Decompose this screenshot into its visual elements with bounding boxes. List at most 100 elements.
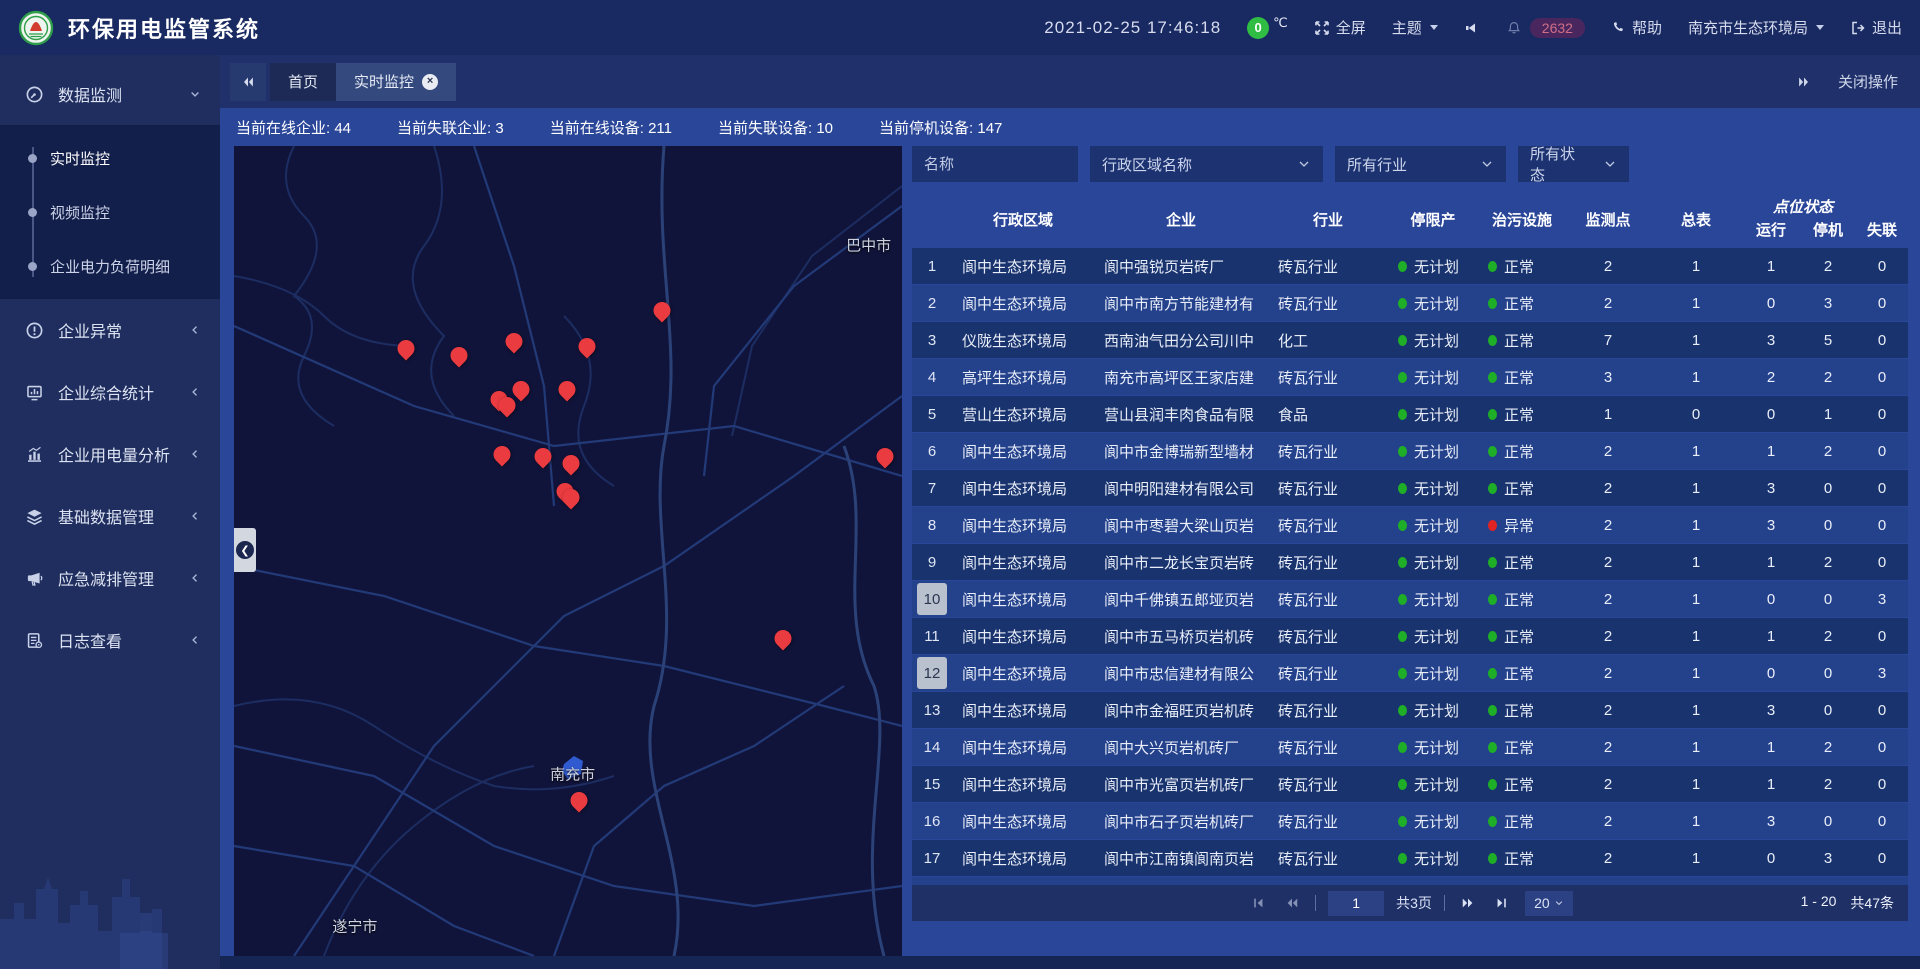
sound-button[interactable] [1464,20,1480,36]
status-select[interactable]: 所有状态 [1518,146,1629,182]
table-row[interactable]: 18 南部生态环境局 南部县砂石建材有限公 砖瓦行业 无计划 正常 6 0 0 … [912,877,1908,885]
cell-limit-status: 无计划 [1388,877,1478,885]
table-row[interactable]: 10 阆中生态环境局 阆中千佛镇五郎垭页岩 砖瓦行业 无计划 正常 2 1 0 … [912,581,1908,617]
status-dot-icon [1398,594,1407,605]
tab-close-icon[interactable]: × [422,74,438,90]
sidebar-submenu: 实时监控 视频监控 企业电力负荷明细 [0,125,220,299]
cell-region: 阆中生态环境局 [952,655,1094,691]
industry-select[interactable]: 所有行业 [1335,146,1506,182]
megaphone-icon [24,568,44,588]
sidebar-item-enterprise-stats[interactable]: 企业综合统计 [0,361,220,423]
cell-industry: 砖瓦行业 [1268,618,1388,654]
table-row[interactable]: 11 阆中生态环境局 阆中市五马桥页岩机砖 砖瓦行业 无计划 正常 2 1 1 … [912,618,1908,654]
last-page-button[interactable] [1491,892,1513,914]
cell-company: 阆中市石子页岩机砖厂 [1094,803,1268,839]
table-row[interactable]: 9 阆中生态环境局 阆中市二龙长宝页岩砖 砖瓦行业 无计划 正常 2 1 1 2… [912,544,1908,580]
stats-icon [24,382,44,402]
table-row[interactable]: 4 高坪生态环境局 南充市高坪区王家店建 砖瓦行业 无计划 正常 3 1 2 2… [912,359,1908,395]
table-row[interactable]: 14 阆中生态环境局 阆中大兴页岩机砖厂 砖瓦行业 无计划 正常 2 1 1 2… [912,729,1908,765]
map-city-label: 南充市 [550,763,595,784]
map-collapse-handle[interactable]: ❮ [234,528,256,572]
cell-limit-status: 无计划 [1388,840,1478,876]
tab-home[interactable]: 首页 [270,63,336,101]
cell-company: 阆中市五马桥页岩机砖 [1094,618,1268,654]
table-row[interactable]: 16 阆中生态环境局 阆中市石子页岩机砖厂 砖瓦行业 无计划 正常 2 1 3 … [912,803,1908,839]
footer-strip [220,956,1920,969]
cell-industry: 砖瓦行业 [1268,655,1388,691]
status-dot-icon [1488,705,1497,716]
cell-facility-status: 正常 [1478,692,1566,728]
table-row[interactable]: 8 阆中生态环境局 阆中市枣碧大梁山页岩 砖瓦行业 无计划 异常 2 1 3 0… [912,507,1908,543]
cell-run-count: 1 [1742,618,1800,654]
temperature-unit: ℃ [1273,15,1288,31]
table-row[interactable]: 3 仪陇生态环境局 西南油气田分公司川中 化工 无计划 正常 7 1 3 5 0 [912,322,1908,358]
sidebar-subitem[interactable]: 实时监控 [0,131,220,185]
logout-button[interactable]: 退出 [1850,17,1902,38]
notifications-button[interactable]: 2632 [1506,18,1585,38]
first-page-button[interactable] [1247,892,1269,914]
sidebar-item-emergency[interactable]: 应急减排管理 [0,547,220,609]
cell-company: 阆中明阳建材有限公司 [1094,470,1268,506]
sidebar-item-label: 企业用电量分析 [58,442,188,466]
region-select[interactable]: 行政区域名称 [1090,146,1323,182]
status-dot-icon [1398,816,1407,827]
table-row[interactable]: 12 阆中生态环境局 阆中市忠信建材有限公 砖瓦行业 无计划 正常 2 1 0 … [912,655,1908,691]
tabs-scroll-left-button[interactable] [230,63,266,101]
cell-stop-count: 0 [1800,470,1856,506]
sidebar-subitem[interactable]: 企业电力负荷明细 [0,239,220,293]
table-row[interactable]: 15 阆中生态环境局 阆中市光富页岩机砖厂 砖瓦行业 无计划 正常 2 1 1 … [912,766,1908,802]
table-row[interactable]: 6 阆中生态环境局 阆中市金博瑞新型墙材 砖瓦行业 无计划 正常 2 1 1 2… [912,433,1908,469]
prev-page-button[interactable] [1281,892,1303,914]
double-chevron-right-icon[interactable] [1796,74,1812,90]
page-size-select[interactable]: 20 [1525,891,1573,916]
cell-monitor-count: 7 [1566,322,1650,358]
table-row[interactable]: 5 营山生态环境局 营山县润丰肉食品有限 食品 无计划 正常 1 0 0 1 0 [912,396,1908,432]
sidebar-item-logs[interactable]: 日志查看 [0,609,220,671]
cell-region: 高坪生态环境局 [952,359,1094,395]
main-map[interactable]: ❮ 巴中市南充市遂宁市 [234,146,902,956]
cell-industry: 砖瓦行业 [1268,248,1388,284]
bullet-icon [28,208,37,217]
table-row[interactable]: 2 阆中生态环境局 阆中市南方节能建材有 砖瓦行业 无计划 正常 2 1 0 3… [912,285,1908,321]
table-row[interactable]: 1 阆中生态环境局 阆中强锐页岩砖厂 砖瓦行业 无计划 正常 2 1 1 2 0 [912,248,1908,284]
cell-meter-count: 1 [1650,729,1742,765]
col-region: 行政区域 [952,190,1094,248]
tab-realtime-monitor[interactable]: 实时监控 × [336,63,456,101]
cell-stop-count: 3 [1800,285,1856,321]
chevron-down-icon [1554,898,1564,908]
help-button[interactable]: 帮助 [1611,17,1662,38]
cell-facility-status: 正常 [1478,766,1566,802]
table-row[interactable]: 13 阆中生态环境局 阆中市金福旺页岩机砖 砖瓦行业 无计划 正常 2 1 3 … [912,692,1908,728]
sidebar-item-data-monitor[interactable]: 数据监测 [0,63,220,125]
theme-dropdown[interactable]: 主题 [1392,17,1438,38]
table-row[interactable]: 7 阆中生态环境局 阆中明阳建材有限公司 砖瓦行业 无计划 正常 2 1 3 0… [912,470,1908,506]
cell-meter-count: 1 [1650,692,1742,728]
sidebar-item-base-data[interactable]: 基础数据管理 [0,485,220,547]
stat-label: 当前失联设备: [718,120,816,137]
cell-stop-count: 6 [1800,877,1856,885]
close-operations-dropdown[interactable]: 关闭操作 [1838,71,1898,92]
cell-company: 阆中市二龙长宝页岩砖 [1094,544,1268,580]
status-dot-icon [1398,335,1407,346]
cell-industry: 砖瓦行业 [1268,433,1388,469]
page-number-input[interactable] [1328,891,1384,916]
cell-company: 南充市高坪区王家店建 [1094,359,1268,395]
sidebar-subitem[interactable]: 视频监控 [0,185,220,239]
speaker-icon [1464,20,1480,36]
sidebar-item-power-analysis[interactable]: 企业用电量分析 [0,423,220,485]
status-dot-icon [1488,446,1497,457]
sidebar-item-enterprise-abnormal[interactable]: 企业异常 [0,299,220,361]
stat-item: 当前在线企业: 44 [236,117,351,138]
app-logo-icon [18,10,54,46]
table-header: 行政区域 企业 行业 停限产 治污设施 监测点 总表 运行 停机 失联 点位状态 [912,190,1908,248]
org-dropdown[interactable]: 南充市生态环境局 [1688,17,1824,38]
table-row[interactable]: 17 阆中生态环境局 阆中市江南镇阆南页岩 砖瓦行业 无计划 正常 2 1 0 … [912,840,1908,876]
fullscreen-button[interactable]: 全屏 [1314,17,1366,38]
name-search-input[interactable] [912,146,1078,182]
cell-run-count: 0 [1742,285,1800,321]
row-index: 15 [924,776,941,793]
cell-monitor-count: 2 [1566,803,1650,839]
cell-limit-status: 无计划 [1388,692,1478,728]
next-page-button[interactable] [1457,892,1479,914]
cell-lost-count: 0 [1856,544,1908,580]
